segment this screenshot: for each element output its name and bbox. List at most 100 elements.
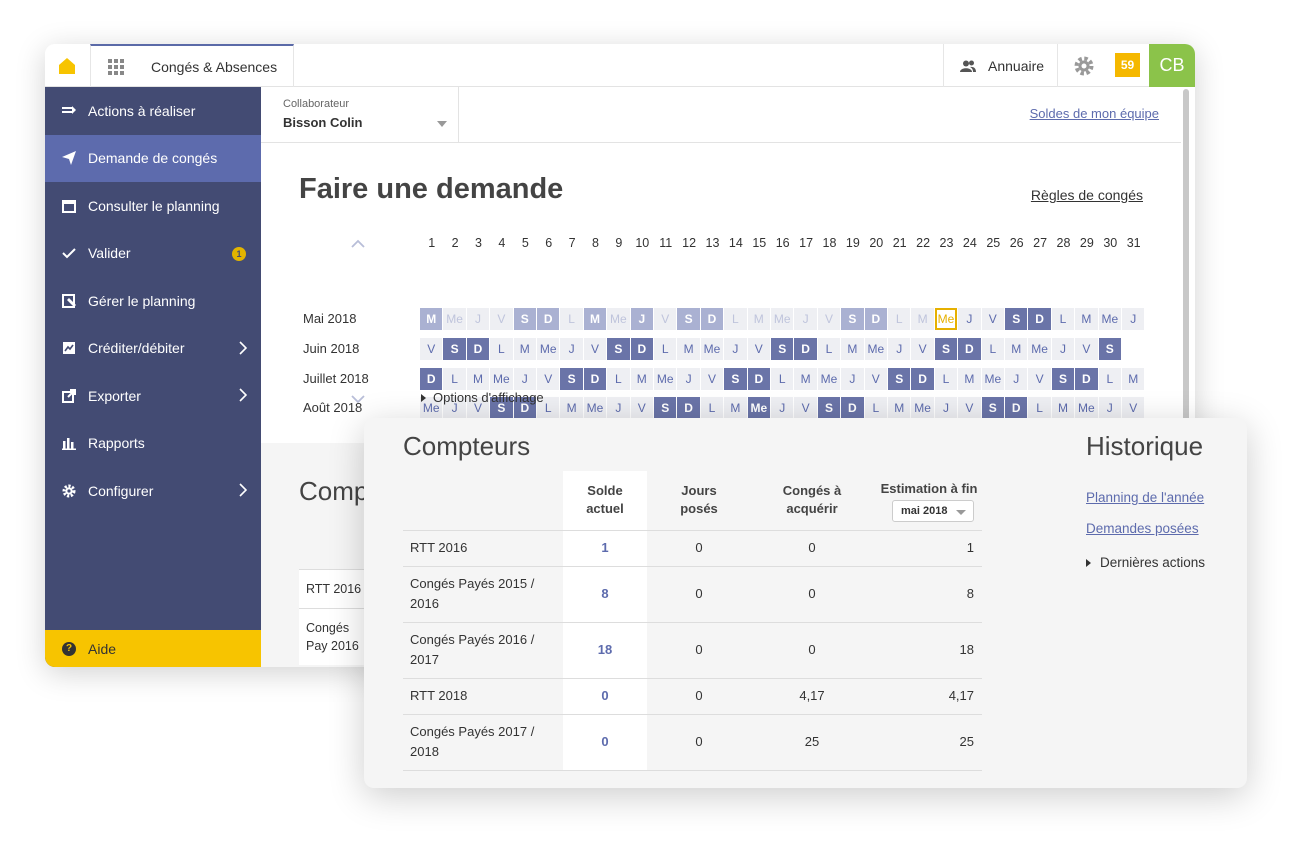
calendar-day[interactable]: Me: [607, 308, 630, 330]
sidebar-item-manage-planning[interactable]: Gérer le planning: [45, 277, 261, 325]
counter-solde[interactable]: 0: [563, 732, 647, 752]
counter-solde[interactable]: 18: [563, 640, 647, 660]
calendar-day[interactable]: V: [958, 397, 981, 419]
calendar-day[interactable]: D: [466, 338, 490, 360]
calendar-day[interactable]: Me: [1028, 338, 1051, 360]
calendar-day[interactable]: Me: [1075, 397, 1098, 419]
calendar-day[interactable]: V: [537, 368, 560, 390]
calendar-day[interactable]: M: [513, 338, 536, 360]
calendar-day[interactable]: D: [794, 338, 817, 360]
calendar-day[interactable]: J: [560, 338, 583, 360]
calendar-day[interactable]: M: [630, 368, 653, 390]
calendar-day[interactable]: M: [560, 397, 583, 419]
calendar-day[interactable]: V: [794, 397, 817, 419]
calendar-day[interactable]: D: [1075, 368, 1098, 390]
calendar-day[interactable]: M: [583, 308, 607, 330]
sidebar-item-export[interactable]: Exporter: [45, 372, 261, 420]
estimation-month-select[interactable]: mai 2018: [892, 500, 974, 522]
calendar-day[interactable]: D: [700, 308, 724, 330]
calendar-day[interactable]: D: [583, 368, 607, 390]
calendar-day[interactable]: V: [817, 308, 841, 330]
calendar-day[interactable]: S: [934, 338, 958, 360]
calendar-day[interactable]: L: [490, 338, 513, 360]
calendar-day[interactable]: L: [560, 308, 583, 330]
calendar-day[interactable]: Me: [911, 397, 934, 419]
calendar-day[interactable]: D: [911, 368, 934, 390]
calendar-day[interactable]: V: [747, 338, 770, 360]
scrollbar[interactable]: [1183, 89, 1189, 429]
calendar-day[interactable]: J: [1098, 397, 1121, 419]
calendar-day[interactable]: Me: [981, 368, 1004, 390]
calendar-day[interactable]: L: [864, 397, 887, 419]
calendar-day[interactable]: V: [1028, 368, 1051, 390]
calendar-day[interactable]: V: [490, 308, 513, 330]
calendar-day[interactable]: L: [981, 338, 1004, 360]
calendar-day[interactable]: J: [888, 338, 911, 360]
calendar-day[interactable]: L: [724, 308, 747, 330]
calendar-day[interactable]: J: [724, 338, 747, 360]
calendar-day[interactable]: V: [630, 397, 653, 419]
help-button[interactable]: ? Aide: [45, 630, 261, 667]
calendar-day[interactable]: L: [817, 338, 841, 360]
calendar-day[interactable]: S: [443, 338, 466, 360]
calendar-day[interactable]: J: [513, 368, 536, 390]
notification-badge[interactable]: 59: [1115, 53, 1140, 77]
calendar-day[interactable]: M: [1051, 397, 1075, 419]
calendar-day[interactable]: J: [677, 368, 700, 390]
annuaire-button[interactable]: Annuaire: [943, 44, 1056, 87]
calendar-day[interactable]: V: [981, 308, 1004, 330]
calendar-day[interactable]: M: [1005, 338, 1028, 360]
calendar-day[interactable]: M: [1122, 368, 1145, 390]
calendar-day[interactable]: M: [420, 308, 443, 330]
calendar-day[interactable]: Me: [700, 338, 724, 360]
sidebar-item-reports[interactable]: Rapports: [45, 420, 261, 468]
counter-solde[interactable]: 8: [563, 584, 647, 604]
calendar-day[interactable]: D: [537, 308, 560, 330]
sidebar-item-configure[interactable]: Configurer: [45, 467, 261, 515]
calendar-day[interactable]: J: [607, 397, 630, 419]
calendar-day[interactable]: S: [981, 397, 1004, 419]
sidebar-item-actions[interactable]: Actions à réaliser: [45, 87, 261, 135]
calendar-day[interactable]: M: [911, 308, 934, 330]
sidebar-item-validate[interactable]: Valider 1: [45, 230, 261, 278]
apps-grid-icon[interactable]: [108, 58, 124, 75]
counter-solde[interactable]: 0: [563, 686, 647, 706]
collaborator-select[interactable]: Collaborateur Bisson Colin: [261, 87, 459, 142]
calendar-day[interactable]: S: [654, 397, 677, 419]
calendar-day[interactable]: V: [864, 368, 887, 390]
calendar-day[interactable]: Me: [771, 308, 794, 330]
calendar-day[interactable]: J: [771, 397, 794, 419]
calendar-day[interactable]: S: [817, 397, 841, 419]
calendar-day[interactable]: Me: [583, 397, 607, 419]
calendar-day[interactable]: D: [864, 308, 887, 330]
calendar-day[interactable]: Me: [1098, 308, 1121, 330]
calendar-day[interactable]: V: [420, 338, 443, 360]
calendar-day[interactable]: M: [958, 368, 981, 390]
calendar-day[interactable]: Me: [537, 338, 560, 360]
calendar-day[interactable]: L: [1051, 308, 1075, 330]
settings-button[interactable]: [1057, 44, 1109, 87]
calendar-day[interactable]: J: [794, 308, 817, 330]
calendar-day[interactable]: L: [607, 368, 630, 390]
posted-requests-link[interactable]: Demandes posées: [1086, 521, 1199, 536]
calendar-day[interactable]: M: [794, 368, 817, 390]
calendar-day[interactable]: L: [443, 368, 466, 390]
calendar-day[interactable]: S: [607, 338, 630, 360]
calendar-day[interactable]: M: [1075, 308, 1098, 330]
calendar-day[interactable]: L: [1028, 397, 1051, 419]
calendar-day[interactable]: S: [513, 308, 536, 330]
calendar-day[interactable]: S: [677, 308, 700, 330]
calendar-day[interactable]: L: [934, 368, 958, 390]
calendar-day[interactable]: M: [677, 338, 700, 360]
calendar-day[interactable]: Me: [654, 368, 677, 390]
calendar-day[interactable]: L: [888, 308, 911, 330]
calendar-day[interactable]: V: [1075, 338, 1098, 360]
calendar-day[interactable]: S: [1098, 338, 1121, 360]
calendar-day[interactable]: D: [1028, 308, 1051, 330]
calendar-day[interactable]: M: [747, 308, 770, 330]
sidebar-item-leave-request[interactable]: Demande de congés: [45, 134, 261, 182]
year-planning-link[interactable]: Planning de l'année: [1086, 490, 1204, 505]
calendar-day[interactable]: Me: [443, 308, 466, 330]
calendar-day[interactable]: V: [654, 308, 677, 330]
counter-solde[interactable]: 1: [563, 538, 647, 558]
